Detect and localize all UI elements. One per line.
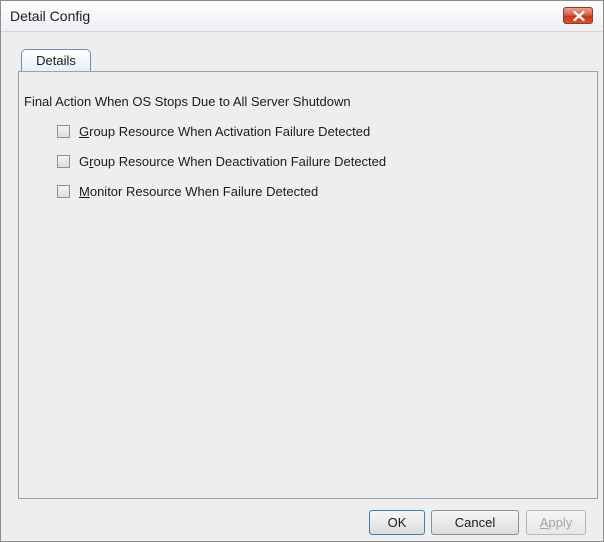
close-button[interactable]	[563, 7, 593, 24]
ok-button[interactable]: OK	[369, 510, 425, 535]
option-monitor-failure[interactable]: Monitor Resource When Failure Detected	[57, 183, 318, 199]
apply-button[interactable]: Apply	[526, 510, 586, 535]
tab-details[interactable]: Details	[21, 49, 91, 71]
option-group-activation-failure[interactable]: Group Resource When Activation Failure D…	[57, 123, 370, 139]
cancel-button[interactable]: Cancel	[431, 510, 519, 535]
monitor-failure-checkbox[interactable]	[57, 184, 70, 198]
activation-failure-checkbox[interactable]	[57, 124, 70, 138]
final-action-label: Final Action When OS Stops Due to All Se…	[24, 94, 351, 109]
title-bar[interactable]: Detail Config	[1, 1, 603, 32]
window-title: Detail Config	[10, 8, 91, 24]
deactivation-failure-label: Group Resource When Deactivation Failure…	[79, 153, 387, 169]
close-icon	[573, 11, 585, 21]
monitor-failure-label: Monitor Resource When Failure Detected	[79, 183, 319, 199]
details-panel: Final Action When OS Stops Due to All Se…	[18, 71, 598, 499]
option-group-deactivation-failure[interactable]: Group Resource When Deactivation Failure…	[57, 153, 386, 169]
deactivation-failure-checkbox[interactable]	[57, 154, 70, 168]
detail-config-dialog: Detail Config Details Final Action When …	[0, 0, 604, 542]
activation-failure-label: Group Resource When Activation Failure D…	[79, 123, 371, 139]
